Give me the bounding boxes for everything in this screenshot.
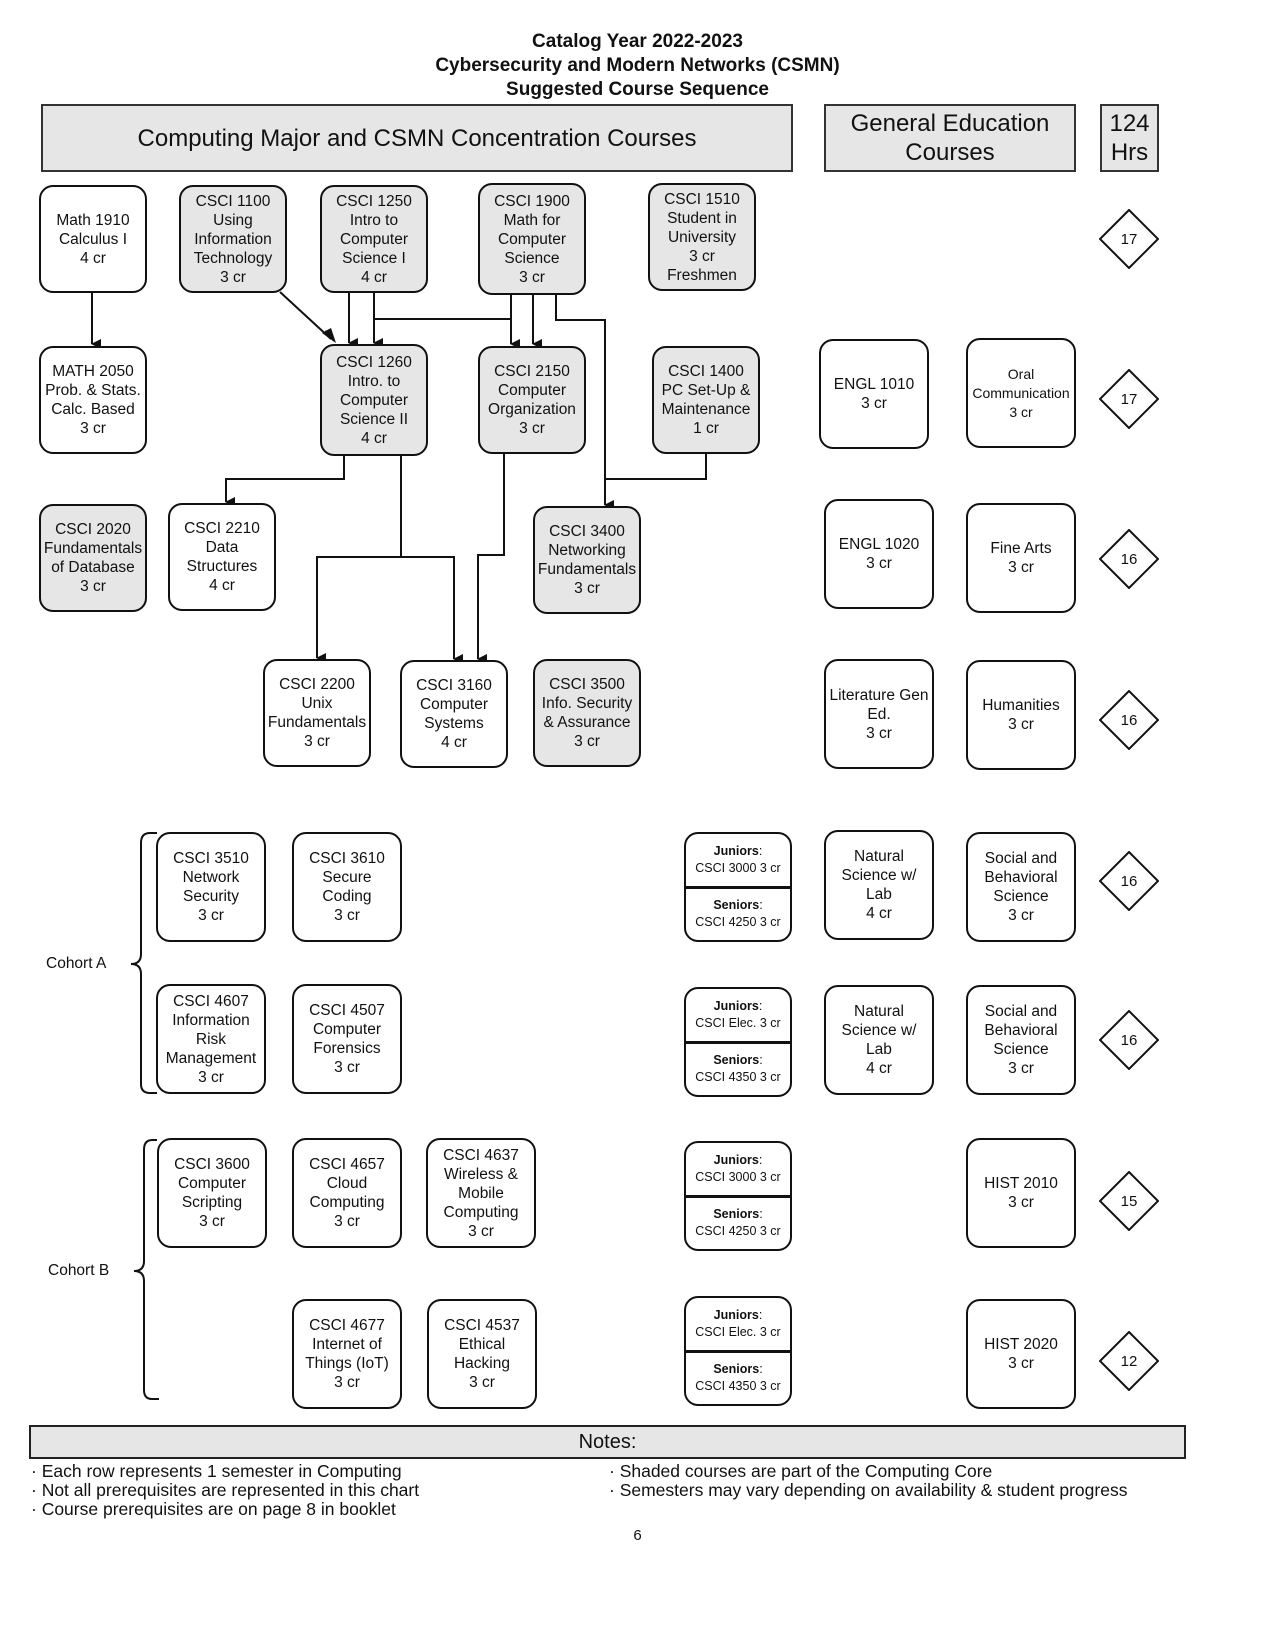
seniors-course: CSCI 4350 3 cr	[695, 1070, 781, 1085]
gened-hist2010[interactable]: HIST 2010 3 cr	[966, 1138, 1076, 1248]
juniors-section: Juniors: CSCI 3000 3 cr	[686, 1143, 790, 1198]
course-math2050[interactable]: MATH 2050 Prob. & Stats. Calc. Based 3 c…	[39, 346, 147, 454]
cohort-b-brace	[133, 1139, 159, 1400]
gened-engl1010[interactable]: ENGL 1010 3 cr	[819, 339, 929, 449]
notes-header: Notes:	[29, 1425, 1186, 1459]
seniors-section: Seniors: CSCI 4350 3 cr	[695, 1053, 781, 1085]
course-csci4677[interactable]: CSCI 4677 Internet of Things (IoT) 3 cr	[292, 1299, 402, 1409]
course-csci1100[interactable]: CSCI 1100 Using Information Technology 3…	[179, 185, 287, 293]
note-left-2: · Not all prerequisites are represented …	[31, 1480, 420, 1500]
juniors-course: CSCI Elec. 3 cr	[695, 1015, 781, 1030]
gened-social-behavioral-2[interactable]: Social and Behavioral Science 3 cr	[966, 985, 1076, 1095]
semester-hours-5: 16	[1099, 851, 1159, 911]
course-csci4507[interactable]: CSCI 4507 Computer Forensics 3 cr	[292, 984, 402, 1094]
semester-hours-8: 12	[1099, 1331, 1159, 1391]
gened-literature[interactable]: Literature Gen Ed. 3 cr	[824, 659, 934, 769]
course-csci4607[interactable]: CSCI 4607 Information Risk Management 3 …	[156, 984, 266, 1094]
juniors-label: Juniors	[713, 998, 759, 1013]
semester-hours-1: 17	[1099, 209, 1159, 269]
junior-senior-option-3[interactable]: Juniors: CSCI 3000 3 cr Seniors: CSCI 4250…	[684, 1141, 792, 1251]
course-csci1510[interactable]: CSCI 1510 Student in University 3 cr Fre…	[648, 183, 756, 291]
course-csci3600[interactable]: CSCI 3600 Computer Scripting 3 cr	[157, 1138, 267, 1248]
course-csci2150[interactable]: CSCI 2150 Computer Organization 3 cr	[478, 346, 586, 454]
semester-hours-value: 16	[1120, 550, 1138, 568]
semester-hours-value: 16	[1120, 872, 1138, 890]
junior-senior-option-4[interactable]: Juniors: CSCI Elec. 3 cr Seniors: CSCI 435…	[684, 1296, 792, 1406]
page-number: 6	[633, 1527, 642, 1544]
gened-social-behavioral-1[interactable]: Social and Behavioral Science 3 cr	[966, 832, 1076, 942]
course-csci3160[interactable]: CSCI 3160 Computer Systems 4 cr	[400, 660, 508, 768]
course-csci4537[interactable]: CSCI 4537 Ethical Hacking 3 cr	[427, 1299, 537, 1409]
semester-hours-value: 15	[1120, 1192, 1138, 1210]
arrow-csci1260-to-csci2210	[225, 455, 345, 507]
course-csci3400[interactable]: CSCI 3400 Networking Fundamentals 3 cr	[533, 506, 641, 614]
seniors-label: Seniors	[713, 1207, 760, 1222]
juniors-label: Juniors	[713, 1152, 759, 1167]
cohort-a-brace	[130, 832, 157, 1094]
junior-senior-option-2[interactable]: Juniors: CSCI Elec. 3 cr Seniors: CSCI 435…	[684, 987, 792, 1097]
course-csci1250[interactable]: CSCI 1250 Intro to Computer Science I 4 …	[320, 185, 428, 293]
course-csci3610[interactable]: CSCI 3610 Secure Coding 3 cr	[292, 832, 402, 942]
semester-hours-value: 16	[1120, 711, 1138, 729]
arrow-csci1100-to-csci1260	[279, 291, 332, 340]
connector-csci1400-to-csci3400	[605, 452, 707, 480]
seniors-section: Seniors: CSCI 4250 3 cr	[695, 898, 781, 930]
cohort-b-label: Cohort B	[48, 1262, 110, 1279]
juniors-section: Juniors: CSCI 3000 3 cr	[686, 834, 790, 889]
seniors-label: Seniors	[713, 1053, 760, 1068]
course-csci1400[interactable]: CSCI 1400 PC Set-Up & Maintenance 1 cr	[652, 346, 760, 454]
arrow-csci1260-to-csci3160	[401, 556, 463, 664]
semester-hours-3: 16	[1099, 529, 1159, 589]
semester-hours-value: 16	[1120, 1031, 1138, 1049]
course-csci1260[interactable]: CSCI 1260 Intro. to Computer Science II …	[320, 344, 428, 456]
seniors-course: CSCI 4350 3 cr	[695, 1379, 781, 1394]
gened-engl1020[interactable]: ENGL 1020 3 cr	[824, 499, 934, 609]
seniors-label: Seniors	[713, 1362, 760, 1377]
semester-hours-7: 15	[1099, 1171, 1159, 1231]
course-csci2200[interactable]: CSCI 2200 Unix Fundamentals 3 cr	[263, 659, 371, 767]
semester-hours-2: 17	[1099, 369, 1159, 429]
cohort-a-label: Cohort A	[46, 955, 107, 972]
juniors-label: Juniors	[713, 843, 759, 858]
juniors-course: CSCI 3000 3 cr	[695, 1169, 781, 1184]
semester-hours-value: 12	[1120, 1352, 1138, 1370]
course-csci4657[interactable]: CSCI 4657 Cloud Computing 3 cr	[292, 1138, 402, 1248]
note-left-1: · Each row represents 1 semester in Comp…	[31, 1461, 402, 1481]
seniors-section: Seniors: CSCI 4250 3 cr	[695, 1207, 781, 1239]
seniors-label: Seniors	[713, 898, 760, 913]
semester-hours-value: 17	[1120, 390, 1138, 408]
gened-natural-science-1[interactable]: Natural Science w/ Lab 4 cr	[824, 830, 934, 940]
course-csci3500[interactable]: CSCI 3500 Info. Security & Assurance 3 c…	[533, 659, 641, 767]
arrow-csci1260-to-csci2200	[316, 556, 401, 663]
arrow-csci2150-to-csci3160	[477, 452, 505, 664]
seniors-course: CSCI 4250 3 cr	[695, 1224, 781, 1239]
notes-title: Notes:	[578, 1430, 637, 1453]
juniors-course: CSCI Elec. 3 cr	[695, 1324, 781, 1339]
note-right-1: · Shaded courses are part of the Computi…	[609, 1461, 993, 1481]
juniors-section: Juniors: CSCI Elec. 3 cr	[686, 989, 790, 1044]
semester-hours-6: 16	[1099, 1010, 1159, 1070]
course-csci4637[interactable]: CSCI 4637 Wireless & Mobile Computing 3 …	[426, 1138, 536, 1248]
semester-hours-value: 17	[1120, 230, 1138, 248]
juniors-section: Juniors: CSCI Elec. 3 cr	[686, 1298, 790, 1353]
junior-senior-option-1[interactable]: Juniors: CSCI 3000 3 cr Seniors: CSCI 4250…	[684, 832, 792, 942]
course-csci2020[interactable]: CSCI 2020 Fundamentals of Database 3 cr	[39, 504, 147, 612]
seniors-course: CSCI 4250 3 cr	[695, 915, 781, 930]
gened-fine-arts[interactable]: Fine Arts 3 cr	[966, 503, 1076, 613]
semester-hours-4: 16	[1099, 690, 1159, 750]
gened-oral-communication[interactable]: Oral Communication 3 cr	[966, 338, 1076, 448]
note-left-3: · Course prerequisites are on page 8 in …	[31, 1499, 396, 1519]
note-right-2: · Semesters may vary depending on availa…	[609, 1480, 1128, 1500]
juniors-label: Juniors	[713, 1307, 759, 1322]
gened-hist2020[interactable]: HIST 2020 3 cr	[966, 1299, 1076, 1409]
gened-humanities[interactable]: Humanities 3 cr	[966, 660, 1076, 770]
juniors-course: CSCI 3000 3 cr	[695, 860, 781, 875]
course-csci2210[interactable]: CSCI 2210 Data Structures 4 cr	[168, 503, 276, 611]
gened-natural-science-2[interactable]: Natural Science w/ Lab 4 cr	[824, 985, 934, 1095]
course-math1910[interactable]: Math 1910 Calculus I 4 cr	[39, 185, 147, 293]
seniors-section: Seniors: CSCI 4350 3 cr	[695, 1362, 781, 1394]
course-csci3510[interactable]: CSCI 3510 Network Security 3 cr	[156, 832, 266, 942]
course-csci1900[interactable]: CSCI 1900 Math for Computer Science 3 cr	[478, 183, 586, 295]
